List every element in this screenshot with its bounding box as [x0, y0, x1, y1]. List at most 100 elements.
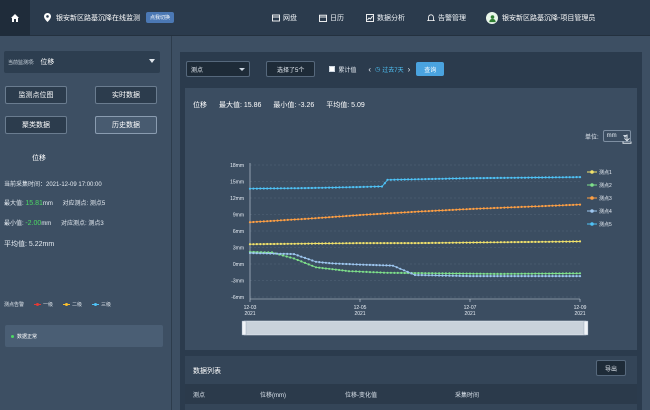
- series-point: [362, 213, 365, 216]
- point-dropdown[interactable]: 测点: [186, 61, 250, 77]
- series-point: [289, 256, 292, 259]
- max-point: 对应测点: 测点5: [62, 201, 106, 207]
- user-menu[interactable]: 银安新区路基沉降-项目管理员: [486, 0, 595, 36]
- monitor-item-select[interactable]: 当前监测项: 位移: [4, 51, 160, 73]
- series-point: [369, 185, 373, 188]
- series-point: [424, 272, 427, 275]
- series-point: [575, 275, 578, 278]
- export-button[interactable]: 导出: [596, 360, 626, 376]
- series-point: [465, 274, 468, 278]
- series-point: [455, 177, 458, 180]
- accumulate-checkbox[interactable]: 累计值: [329, 65, 356, 74]
- displacement-line-chart: 18mm15mm12mm9mm6mm3mm0mm-3mm-6mm12-03202…: [230, 163, 612, 336]
- nav-calendar[interactable]: 日历: [319, 13, 344, 23]
- series-point: [311, 259, 314, 262]
- nav-analysis[interactable]: 数据分析: [366, 13, 405, 23]
- series-point: [537, 275, 540, 278]
- series-point: [324, 242, 327, 245]
- date-range-label[interactable]: 过去7天: [382, 65, 403, 74]
- series-point: [377, 185, 380, 188]
- series-point: [513, 176, 516, 179]
- series-point: [324, 216, 327, 219]
- series-point: [262, 220, 265, 223]
- series-point: [558, 176, 561, 179]
- query-button[interactable]: 查询: [416, 62, 445, 76]
- series-point: [269, 219, 272, 223]
- series-point: [572, 176, 575, 179]
- series-point: [510, 275, 513, 278]
- series-point: [345, 242, 348, 245]
- series-point: [276, 219, 279, 222]
- series-point: [262, 187, 265, 190]
- series-point: [434, 209, 437, 212]
- next-chevron-icon[interactable]: ›: [408, 65, 411, 74]
- series-point: [482, 177, 485, 180]
- series-point: [262, 243, 265, 246]
- series-point: [403, 242, 406, 245]
- series-point: [541, 272, 544, 275]
- series-point: [496, 176, 499, 179]
- min-point: 对应测点: 测点3: [60, 221, 104, 227]
- level2-dot-icon: [63, 303, 71, 306]
- series-point: [314, 260, 318, 263]
- series-point: [338, 268, 341, 272]
- legend-dot-icon: [590, 222, 594, 226]
- nav-alarm[interactable]: 告警管理: [427, 13, 466, 23]
- point-map-button[interactable]: 监测点位图: [5, 86, 67, 104]
- series-point: [286, 187, 289, 190]
- series-point: [420, 274, 423, 277]
- series-point: [331, 215, 334, 219]
- series-point: [252, 187, 255, 190]
- series-point: [427, 177, 430, 181]
- series-point: [448, 241, 451, 244]
- series-point: [269, 242, 272, 246]
- series-point: [448, 274, 451, 277]
- y-tick-label: 9mm: [233, 213, 244, 219]
- series-point: [462, 208, 465, 211]
- series-point: [544, 272, 547, 275]
- series-point: [517, 176, 520, 179]
- user-icon: [488, 14, 496, 22]
- series-point: [575, 203, 578, 206]
- series-point: [391, 264, 395, 267]
- series-point: [393, 242, 396, 245]
- series-point: [499, 241, 502, 244]
- series-point: [248, 243, 252, 246]
- series-point: [276, 187, 279, 190]
- series-point: [506, 206, 509, 209]
- switch-tag[interactable]: 点我切换: [146, 12, 175, 23]
- series-point: [348, 186, 351, 189]
- series-point: [561, 240, 564, 243]
- series-point: [503, 206, 506, 209]
- series-point: [537, 240, 540, 243]
- home-button[interactable]: [0, 0, 30, 36]
- series-point: [388, 264, 391, 267]
- series-point: [417, 242, 420, 245]
- series-point: [438, 241, 441, 244]
- select-points-button[interactable]: 选择了5个: [266, 61, 316, 77]
- series-point: [544, 204, 547, 208]
- prev-chevron-icon[interactable]: ‹: [368, 65, 371, 74]
- y-tick-label: 18mm: [230, 163, 244, 169]
- realtime-data-button[interactable]: 实时数据: [95, 86, 157, 104]
- series-point: [321, 267, 324, 270]
- series-point: [455, 272, 458, 275]
- series-point: [410, 272, 413, 275]
- series-point: [431, 177, 434, 181]
- legend-dot-icon: [590, 209, 594, 213]
- series-point: [407, 242, 410, 245]
- series-point: [328, 262, 331, 265]
- series-point: [427, 272, 430, 275]
- series-point: [279, 242, 282, 245]
- avatar: [486, 12, 498, 24]
- project-location[interactable]: 银安新区路基沉降在线监测 点我切换: [44, 12, 175, 23]
- history-data-button[interactable]: 历史数据: [95, 116, 157, 134]
- series-point: [444, 241, 447, 244]
- query-toolbar: 测点 选择了5个 累计值 ‹ ◷ 过去7天 › 查询: [186, 58, 638, 80]
- cluster-data-button[interactable]: 聚类数据: [5, 116, 67, 134]
- series-point: [448, 272, 451, 275]
- series-point: [385, 264, 388, 267]
- series-point: [455, 208, 458, 211]
- series-point: [293, 187, 296, 190]
- nav-disk[interactable]: 网盘: [272, 13, 297, 23]
